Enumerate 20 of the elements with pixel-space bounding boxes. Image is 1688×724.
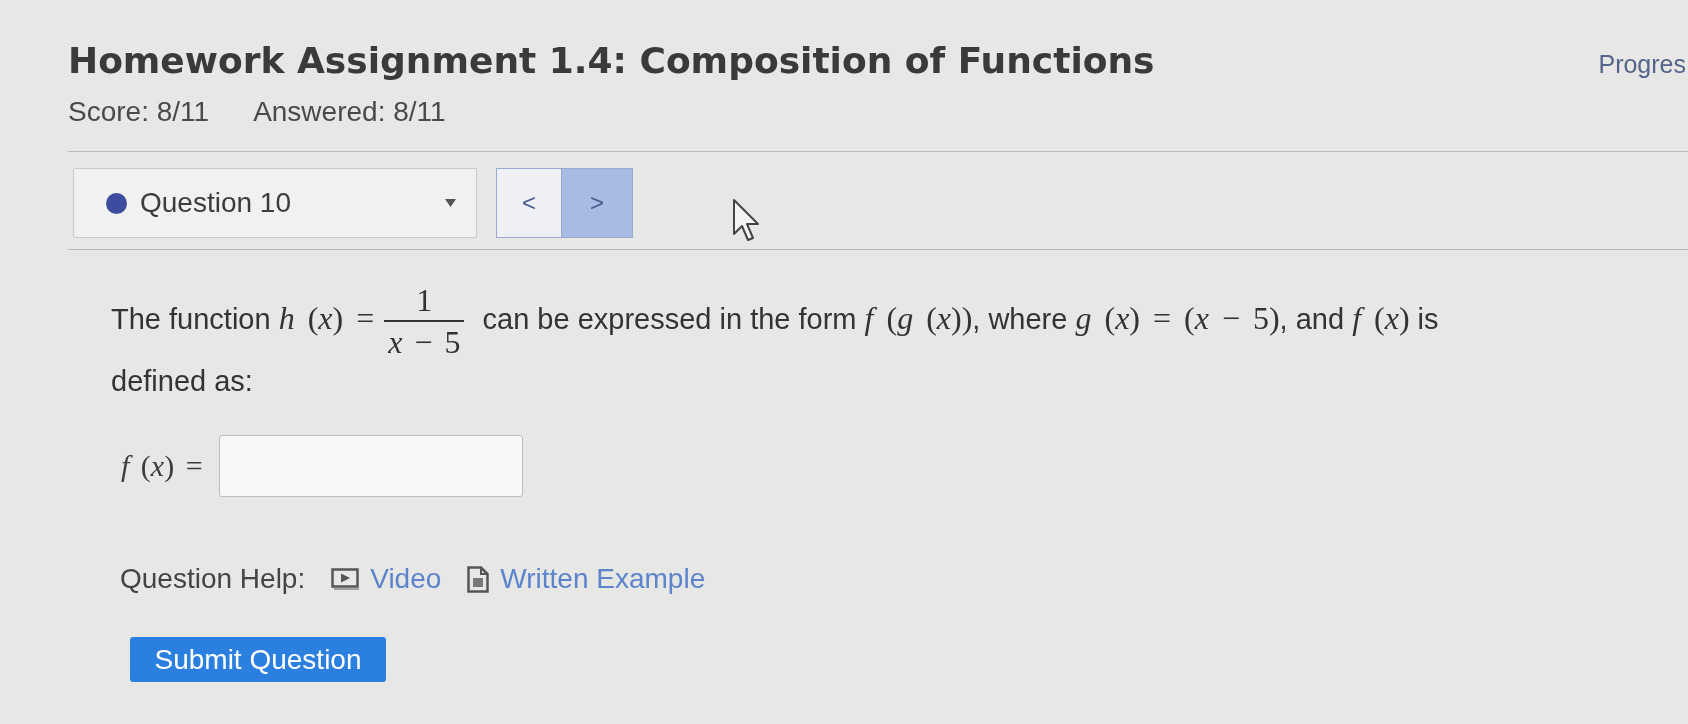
submit-button[interactable]: Submit Question xyxy=(130,637,386,682)
document-icon xyxy=(467,565,490,593)
question-label: Question 10 xyxy=(140,187,292,219)
question-text: The function h (x) = 1 x − 5 can be expressed in the form f (g (x)), where g (x) = (x − 5), and f (x) is defined as: xyxy=(111,281,1440,399)
answered-text: Answered: 8/11 xyxy=(253,96,446,128)
video-icon xyxy=(331,568,360,590)
question-selector[interactable]: Question 10 xyxy=(73,168,477,238)
caret-icon xyxy=(445,199,456,207)
written-example-link[interactable]: Written Example xyxy=(467,563,706,595)
answer-field[interactable] xyxy=(218,435,523,497)
progress-label: Progres xyxy=(1598,50,1687,79)
video-link[interactable]: Video xyxy=(331,563,442,595)
previous-button[interactable]: < xyxy=(496,168,562,238)
next-button[interactable]: > xyxy=(562,168,633,238)
score-text: Score: 8/11 xyxy=(68,96,210,128)
assignment-title: Homework Assignment 1.4: Composition of Functions xyxy=(68,40,1155,82)
status-dot-icon xyxy=(106,192,127,214)
answer-label: f (x) = xyxy=(121,449,203,483)
mouse-pointer-icon xyxy=(732,198,760,242)
help-label: Question Help: xyxy=(120,563,306,595)
